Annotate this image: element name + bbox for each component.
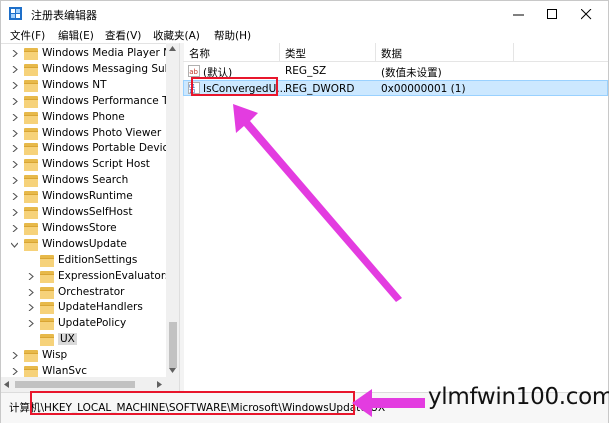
- site-watermark: ylmfwin100.com: [428, 384, 609, 410]
- annotation-arrows: [233, 104, 425, 417]
- arrow-to-value-icon: [233, 104, 402, 302]
- arrow-to-path-icon: [352, 389, 425, 417]
